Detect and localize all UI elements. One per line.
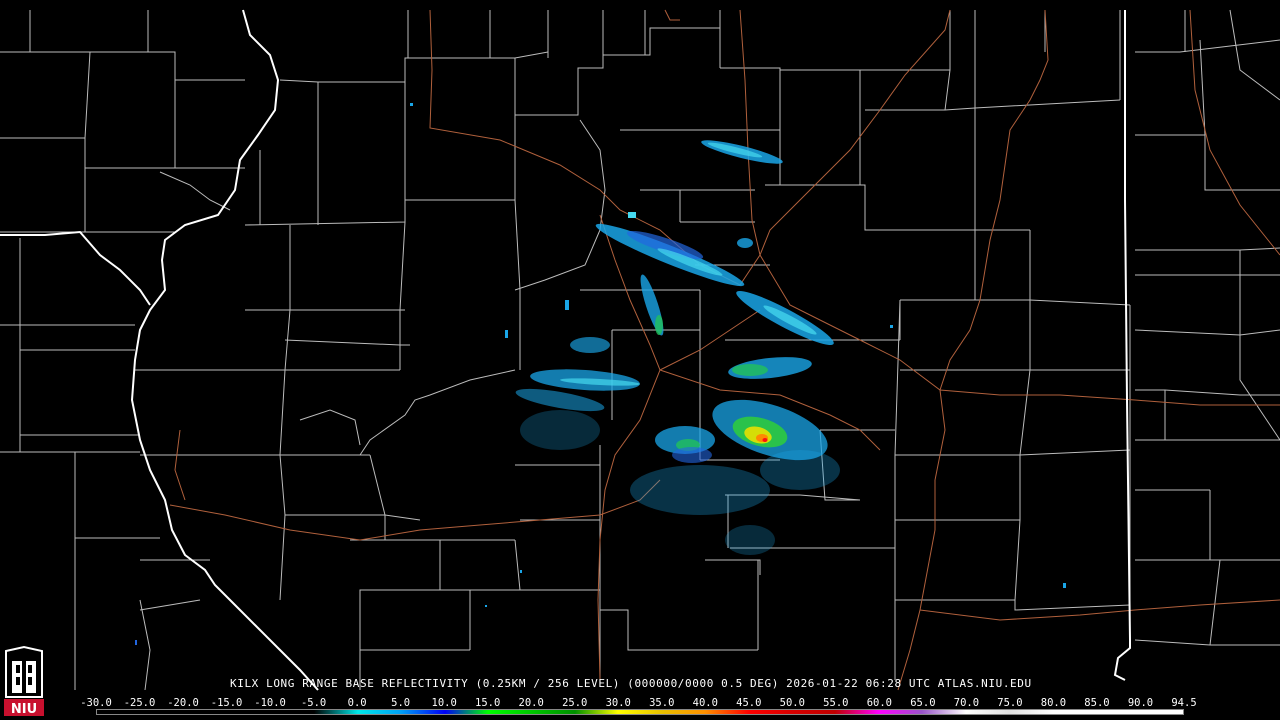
colorscale-label: -20.0 [167, 697, 199, 709]
colorscale-segment [140, 710, 184, 714]
colorscale-label: 30.0 [605, 697, 631, 709]
colorscale-segment [1139, 710, 1183, 714]
radar-map [0, 0, 1280, 720]
colorscale-segment [314, 710, 358, 714]
colorscale-segment [705, 710, 749, 714]
colorscale-segment [748, 710, 792, 714]
colorscale-segment [531, 710, 575, 714]
colorscale-label: 45.0 [736, 697, 762, 709]
colorscale-label: 35.0 [649, 697, 675, 709]
colorscale-label: 85.0 [1084, 697, 1110, 709]
colorscale-label: 75.0 [997, 697, 1023, 709]
colorscale-label: 20.0 [518, 697, 544, 709]
colorscale-segment [1009, 710, 1053, 714]
colorscale-segment [183, 710, 228, 714]
colorscale-label: 65.0 [910, 697, 936, 709]
colorscale-segment [618, 710, 662, 714]
colorscale-segment [1096, 710, 1140, 714]
colorscale-segment [1052, 710, 1097, 714]
colorscale-label: 50.0 [779, 697, 805, 709]
colorscale-segment [965, 710, 1010, 714]
colorscale-label: 55.0 [823, 697, 849, 709]
colorscale-segment [270, 710, 315, 714]
colorscale-label: 90.0 [1127, 697, 1154, 709]
colorscale-segment [574, 710, 619, 714]
colorscale-label: -15.0 [210, 697, 243, 709]
colorscale-segment [792, 710, 836, 714]
colorscale-label: -10.0 [254, 697, 286, 709]
colorscale-label: 60.0 [866, 697, 893, 709]
colorscale-label: -30.0 [80, 697, 112, 709]
colorscale-segment [661, 710, 706, 714]
colorscale-segment [444, 710, 488, 714]
colorscale-label: 0.0 [347, 697, 367, 709]
colorscale-label: 5.0 [391, 697, 411, 709]
colorscale-label: 25.0 [562, 697, 588, 709]
colorscale-bar [96, 709, 1184, 715]
colorscale-label: 40.0 [692, 697, 718, 709]
niu-logo-text: NIU [11, 702, 37, 717]
product-caption: KILX LONG RANGE BASE REFLECTIVITY (0.25K… [230, 677, 1032, 690]
colorscale-segment [97, 710, 141, 714]
colorscale-label: -5.0 [300, 697, 327, 709]
colorscale-label: 94.5 [1171, 697, 1197, 709]
colorscale-segment [922, 710, 966, 714]
colorscale-labels: -30.0 -25.0 -20.0 -15.0 -10.0 -5.0 0.0 5.0 10.0 1… [80, 697, 1203, 709]
colorscale-label: 80.0 [1040, 697, 1067, 709]
colorscale-segment [835, 710, 879, 714]
colorscale-segment [227, 710, 271, 714]
colorscale-label: -25.0 [123, 697, 156, 709]
colorscale-label: 10.0 [431, 697, 457, 709]
colorscale-label: 70.0 [953, 697, 980, 709]
niu-logo: NIU [2, 645, 46, 718]
colorscale-segment [401, 710, 445, 714]
colorscale-label: 15.0 [475, 697, 501, 709]
colorscale-segment [357, 710, 402, 714]
colorscale-segment [487, 710, 532, 714]
colorscale-segment [878, 710, 923, 714]
